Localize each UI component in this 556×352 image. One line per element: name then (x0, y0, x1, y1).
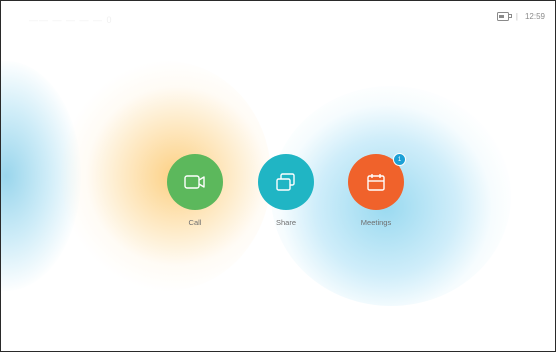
share-label: Share (275, 218, 296, 227)
status-separator: | (515, 12, 518, 21)
home-screen: —— — — — — 0 | 12:59 Call Share 1 Meetin… (0, 0, 556, 352)
call-label: Call (188, 218, 202, 227)
left-ambient-glow (1, 61, 81, 291)
share-button[interactable]: Share (258, 154, 314, 227)
meetings-button[interactable]: 1 Meetings (348, 153, 406, 227)
orange-ambient-glow (61, 61, 271, 291)
call-button[interactable]: Call (167, 154, 223, 227)
share-screen-icon (276, 173, 295, 191)
blurred-device-name: —— — — — — 0 (29, 15, 113, 25)
video-camera-icon (184, 175, 205, 189)
clock: 12:59 (524, 12, 545, 21)
share-circle[interactable] (258, 154, 314, 210)
meetings-label: Meetings (360, 218, 392, 227)
calendar-icon (367, 174, 385, 191)
meetings-notification-badge: 1 (393, 153, 406, 166)
camera-status-icon[interactable] (496, 12, 512, 21)
call-circle[interactable] (167, 154, 223, 210)
meetings-circle[interactable]: 1 (348, 153, 406, 210)
status-bar: | 12:59 (496, 12, 545, 21)
